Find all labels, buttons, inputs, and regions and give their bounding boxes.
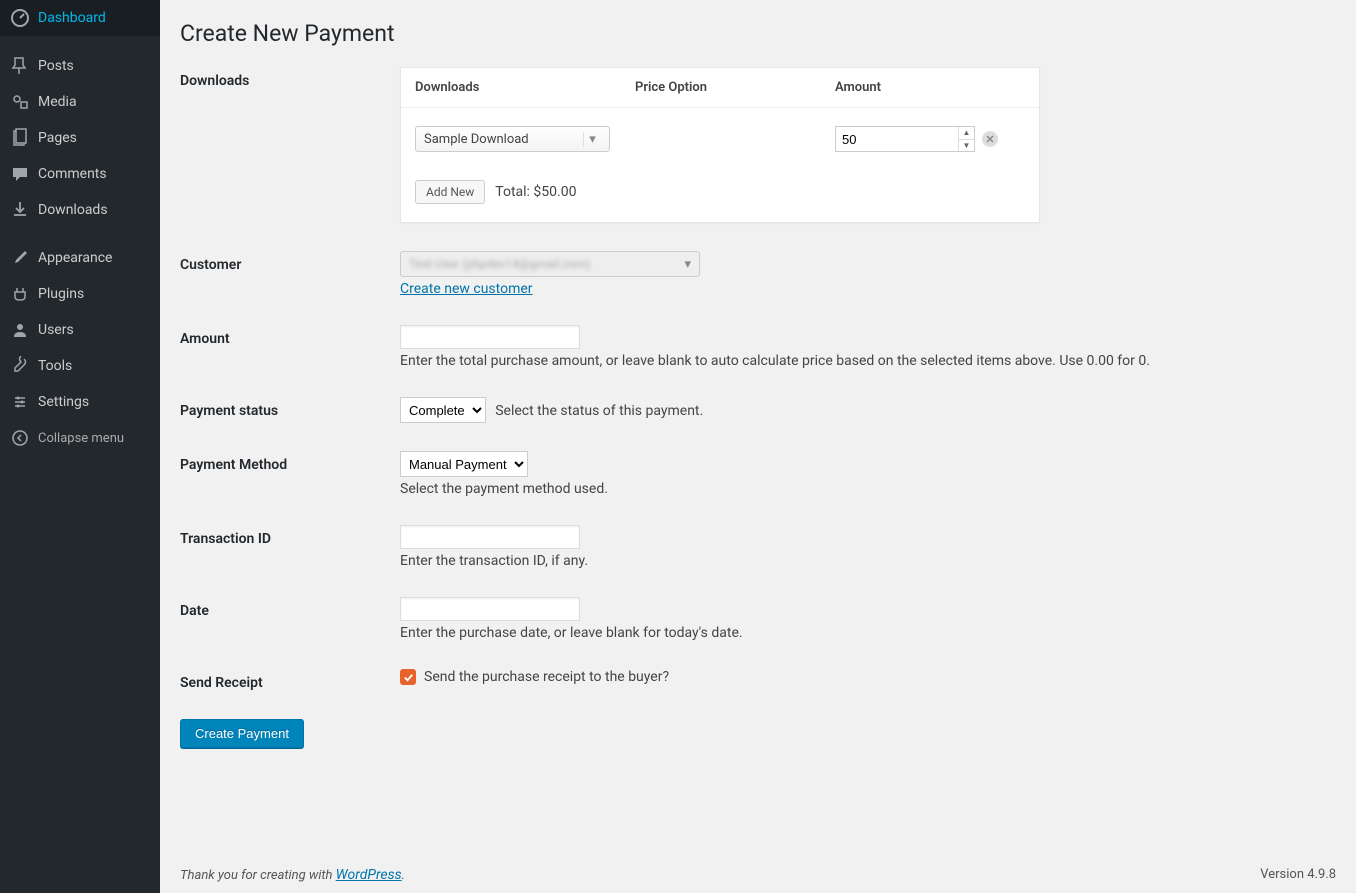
downloads-box: Downloads Price Option Amount Sample Dow… — [400, 67, 1040, 223]
sidebar-item-dashboard[interactable]: Dashboard — [0, 0, 160, 36]
downloads-header-amount: Amount — [835, 80, 1025, 95]
user-icon — [10, 320, 30, 340]
payment-status-select[interactable]: Complete — [400, 397, 486, 423]
sidebar-item-label: Tools — [38, 358, 72, 374]
chevron-down-icon: ▾ — [583, 132, 601, 147]
sidebar-item-label: Appearance — [38, 250, 112, 266]
customer-selected-value: Test User (phpdev14@gmail.com) — [409, 257, 684, 271]
sidebar-item-pages[interactable]: Pages — [0, 120, 160, 156]
status-label: Payment status — [180, 397, 400, 419]
sidebar-item-tools[interactable]: Tools — [0, 348, 160, 384]
main-content: Create New Payment Downloads Downloads P… — [160, 0, 1356, 893]
sidebar-item-label: Posts — [38, 58, 74, 74]
comment-icon — [10, 164, 30, 184]
pin-icon — [10, 56, 30, 76]
amount-label: Amount — [180, 325, 400, 347]
txn-help: Enter the transaction ID, if any. — [400, 553, 1336, 569]
wrench-icon — [10, 356, 30, 376]
media-icon — [10, 92, 30, 112]
plugin-icon — [10, 284, 30, 304]
sidebar-item-downloads[interactable]: Downloads — [0, 192, 160, 228]
sidebar-item-label: Users — [38, 322, 74, 338]
download-icon — [10, 200, 30, 220]
transaction-id-input[interactable] — [400, 525, 580, 549]
send-receipt-checkbox[interactable] — [400, 669, 416, 685]
admin-footer: Thank you for creating with WordPress. V… — [180, 857, 1336, 893]
amount-help: Enter the total purchase amount, or leav… — [400, 353, 1336, 369]
footer-thanks-prefix: Thank you for creating with — [180, 868, 336, 883]
payment-method-select[interactable]: Manual Payment — [400, 451, 528, 477]
footer-thanks-suffix: . — [402, 868, 405, 883]
sidebar-item-label: Media — [38, 94, 77, 110]
sidebar-item-plugins[interactable]: Plugins — [0, 276, 160, 312]
collapse-menu[interactable]: Collapse menu — [0, 420, 160, 456]
page-icon — [10, 128, 30, 148]
create-payment-button[interactable]: Create Payment — [180, 719, 304, 748]
status-help: Select the status of this payment. — [495, 403, 703, 419]
collapse-icon — [10, 428, 30, 448]
brush-icon — [10, 248, 30, 268]
downloads-header-product: Downloads — [415, 80, 635, 95]
sidebar-item-label: Downloads — [38, 202, 108, 218]
sidebar-item-label: Dashboard — [38, 10, 106, 26]
receipt-label: Send Receipt — [180, 669, 400, 691]
page-title: Create New Payment — [180, 20, 1336, 47]
sidebar-item-label: Plugins — [38, 286, 84, 302]
sidebar-item-users[interactable]: Users — [0, 312, 160, 348]
chevron-down-icon: ▾ — [684, 257, 691, 272]
download-amount-input[interactable]: ▲ ▼ — [835, 126, 975, 152]
date-label: Date — [180, 597, 400, 619]
downloads-label: Downloads — [180, 67, 400, 89]
sidebar-item-label: Comments — [38, 166, 107, 182]
create-new-customer-link[interactable]: Create new customer — [400, 281, 533, 297]
sidebar-item-posts[interactable]: Posts — [0, 48, 160, 84]
settings-icon — [10, 392, 30, 412]
date-input[interactable] — [400, 597, 580, 621]
receipt-text: Send the purchase receipt to the buyer? — [424, 669, 669, 685]
customer-select[interactable]: Test User (phpdev14@gmail.com) ▾ — [400, 251, 700, 277]
download-product-select[interactable]: Sample Download ▾ — [415, 126, 610, 152]
sidebar-item-comments[interactable]: Comments — [0, 156, 160, 192]
download-amount-value[interactable] — [836, 127, 958, 151]
downloads-total: Total: $50.00 — [495, 184, 576, 200]
add-new-download-button[interactable]: Add New — [415, 180, 485, 204]
method-label: Payment Method — [180, 451, 400, 473]
remove-row-button[interactable] — [982, 131, 998, 147]
spinner-down-icon[interactable]: ▼ — [959, 140, 974, 152]
spinner-up-icon[interactable]: ▲ — [959, 127, 974, 140]
dashboard-icon — [10, 8, 30, 28]
wordpress-link[interactable]: WordPress — [336, 867, 402, 883]
collapse-label: Collapse menu — [38, 431, 124, 446]
version-text: Version 4.9.8 — [1260, 867, 1336, 883]
customer-label: Customer — [180, 251, 400, 273]
download-product-value: Sample Download — [424, 132, 529, 147]
txn-label: Transaction ID — [180, 525, 400, 547]
method-help: Select the payment method used. — [400, 481, 1336, 497]
sidebar-item-media[interactable]: Media — [0, 84, 160, 120]
sidebar-item-settings[interactable]: Settings — [0, 384, 160, 420]
sidebar-item-appearance[interactable]: Appearance — [0, 240, 160, 276]
date-help: Enter the purchase date, or leave blank … — [400, 625, 1336, 641]
download-row: Sample Download ▾ ▲ ▼ — [401, 108, 1039, 180]
amount-input[interactable] — [400, 325, 580, 349]
downloads-header-price-option: Price Option — [635, 80, 835, 95]
admin-sidebar: Dashboard Posts Media Pages Comments Dow… — [0, 0, 160, 893]
sidebar-item-label: Settings — [38, 394, 89, 410]
sidebar-item-label: Pages — [38, 130, 77, 146]
